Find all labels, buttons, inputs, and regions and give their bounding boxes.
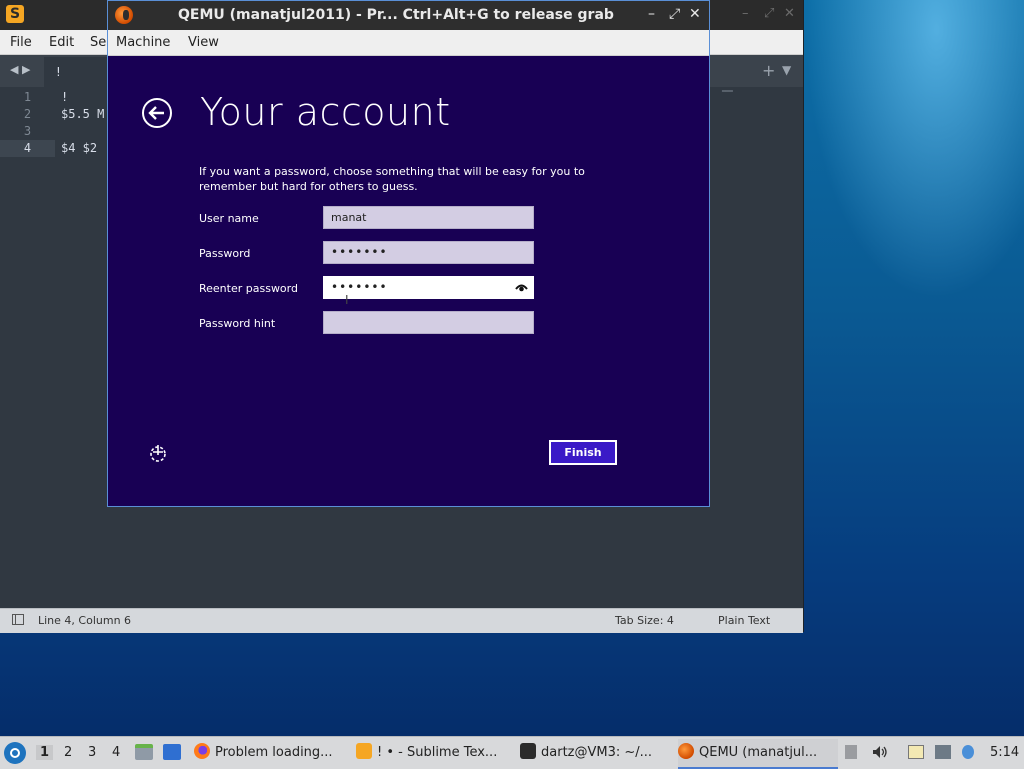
maximize-icon[interactable]: ⤢ (764, 6, 774, 21)
reenter-password-input[interactable]: ••••••• (323, 276, 534, 299)
task-qemu-label: QEMU (manatjul... (699, 745, 818, 760)
reenter-password-label: Reenter password (199, 282, 298, 295)
password-hint-label: Password hint (199, 317, 276, 330)
tab-nav-arrows-icon[interactable]: ◀ ▶ (10, 63, 30, 76)
start-menu-icon[interactable] (4, 742, 26, 764)
cursor-position: Line 4, Column 6 (38, 614, 132, 627)
qemu-icon (678, 743, 694, 759)
task-terminal[interactable]: dartz@VM3: ~/... (520, 739, 670, 767)
syntax-mode[interactable]: Plain Text (718, 614, 770, 627)
workspace-2[interactable]: 2 (64, 745, 72, 760)
maximize-icon[interactable]: ⤢ (669, 6, 680, 22)
show-desktop-icon[interactable] (163, 744, 181, 760)
code-line[interactable]: $4 $2 (61, 140, 97, 157)
terminal-icon (520, 743, 536, 759)
menu-selection[interactable]: Se (90, 35, 106, 50)
scroll-up-icon[interactable] (845, 745, 857, 759)
back-arrow-icon (148, 106, 164, 120)
qemu-titlebar[interactable]: QEMU (manatjul2011) - Pr... Ctrl+Alt+G t… (108, 1, 709, 30)
menu-view[interactable]: View (188, 35, 219, 50)
task-sublime-label: ! • - Sublime Tex... (377, 745, 498, 760)
minimize-icon[interactable]: – (742, 6, 749, 21)
line-number: 2 (23, 107, 32, 121)
code-line[interactable]: ! (61, 89, 68, 106)
network-icon[interactable] (935, 745, 951, 759)
clipboard-icon[interactable] (908, 745, 924, 759)
reenter-password-value: ••••••• (331, 280, 388, 294)
finish-button[interactable]: Finish (549, 440, 617, 465)
task-firefox-label: Problem loading... (215, 745, 333, 760)
sublime-logo-icon: S (6, 5, 24, 23)
back-button[interactable] (142, 98, 172, 128)
task-qemu[interactable]: QEMU (manatjul... (678, 739, 838, 769)
qemu-window[interactable]: QEMU (manatjul2011) - Pr... Ctrl+Alt+G t… (107, 0, 710, 507)
panel-toggle-icon[interactable] (12, 614, 24, 625)
workspace-1[interactable]: 1 (36, 745, 54, 760)
menu-edit[interactable]: Edit (49, 35, 74, 50)
minimap[interactable]: ═══ (722, 88, 736, 95)
line-number-active: 4 (0, 140, 55, 157)
page-title: Your account (200, 90, 451, 134)
menu-machine[interactable]: Machine (116, 35, 170, 50)
file-manager-icon[interactable] (135, 744, 153, 760)
new-tab-icon[interactable]: + (762, 61, 775, 80)
volume-icon[interactable] (872, 745, 888, 759)
task-sublime[interactable]: ! • - Sublime Tex... (356, 739, 508, 767)
sublime-statusbar: Line 4, Column 6 Tab Size: 4 Plain Text (0, 608, 803, 633)
notification-icon[interactable] (962, 745, 974, 759)
firefox-icon (194, 743, 210, 759)
ease-of-access-icon[interactable] (148, 443, 168, 463)
username-input[interactable]: manat (323, 206, 534, 229)
password-label: Password (199, 247, 251, 260)
menu-file[interactable]: File (10, 35, 32, 50)
code-line[interactable]: $5.5 M (61, 106, 104, 123)
guest-display[interactable]: Your account If you want a password, cho… (108, 56, 709, 506)
close-icon[interactable]: ✕ (689, 6, 701, 22)
password-input[interactable]: ••••••• (323, 241, 534, 264)
qemu-menubar: Machine View (108, 30, 709, 56)
sublime-icon (356, 743, 372, 759)
password-hint-input[interactable] (323, 311, 534, 334)
task-firefox[interactable]: Problem loading... (194, 739, 348, 767)
username-label: User name (199, 212, 259, 225)
line-number: 1 (23, 90, 32, 104)
text-cursor-icon: I (345, 293, 349, 307)
qemu-title: QEMU (manatjul2011) - Pr... Ctrl+Alt+G t… (178, 7, 614, 23)
workspace-4[interactable]: 4 (112, 745, 120, 760)
tab-size[interactable]: Tab Size: 4 (615, 614, 674, 627)
desktop-background (805, 0, 1024, 300)
taskbar: 1 2 3 4 Problem loading... ! • - Sublime… (0, 736, 1024, 769)
qemu-logo-icon (115, 6, 133, 24)
workspace-3[interactable]: 3 (88, 745, 96, 760)
page-description: If you want a password, choose something… (199, 165, 585, 193)
reveal-password-icon[interactable] (515, 281, 528, 294)
close-icon[interactable]: ✕ (784, 6, 795, 21)
minimize-icon[interactable]: – (648, 6, 655, 22)
task-terminal-label: dartz@VM3: ~/... (541, 745, 653, 760)
line-number: 3 (23, 124, 32, 138)
clock[interactable]: 5:14 (990, 745, 1019, 760)
tab-menu-icon[interactable]: ▼ (782, 63, 791, 77)
